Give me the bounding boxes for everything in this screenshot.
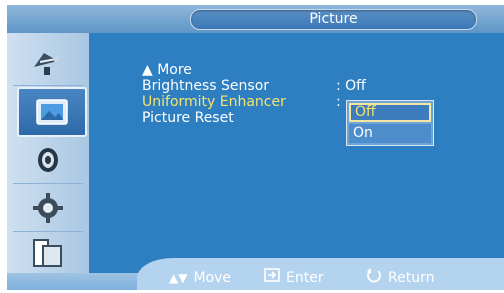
brightness-sensor-value: : Off	[336, 78, 366, 94]
dropdown-option-on[interactable]: On	[349, 124, 431, 143]
speaker-icon	[33, 145, 63, 175]
sidebar-item-multicontrol[interactable]	[13, 231, 83, 277]
menu-item-uniformity-enhancer[interactable]: Uniformity Enhancer	[142, 94, 302, 110]
sidebar-item-setup[interactable]	[13, 185, 83, 232]
up-down-arrow-icon: ▲▼	[169, 271, 188, 285]
menu-item-picture-reset[interactable]: Picture Reset	[142, 110, 302, 126]
picture-icon	[35, 97, 69, 127]
multi-window-icon	[31, 238, 65, 270]
sidebar	[7, 33, 89, 273]
help-move-label: Move	[193, 270, 232, 286]
help-move: ▲▼ Move	[169, 268, 231, 288]
help-enter-label: Enter	[286, 270, 324, 286]
picture-menu: ▲ More Brightness Sensor Uniformity Enha…	[142, 62, 302, 126]
more-item[interactable]: ▲ More	[142, 62, 302, 78]
title-bar: Picture	[7, 5, 504, 33]
osd-window: Picture ▲ More Brightness Sensor Uniform…	[7, 5, 504, 290]
help-return: Return	[366, 268, 434, 288]
return-icon	[366, 267, 382, 289]
satellite-dish-icon	[30, 47, 66, 77]
uniformity-dropdown[interactable]: Off On	[346, 100, 434, 146]
help-return-label: Return	[388, 270, 435, 286]
sidebar-item-sound[interactable]	[13, 137, 83, 184]
sidebar-item-input[interactable]	[13, 39, 83, 86]
menu-item-brightness-sensor[interactable]: Brightness Sensor	[142, 78, 302, 94]
menu-title: Picture	[190, 9, 477, 30]
sidebar-item-picture[interactable]	[17, 87, 87, 137]
enter-icon	[264, 268, 280, 288]
help-enter: Enter	[264, 268, 324, 288]
gear-icon	[32, 192, 64, 224]
dropdown-option-off[interactable]: Off	[349, 103, 431, 122]
